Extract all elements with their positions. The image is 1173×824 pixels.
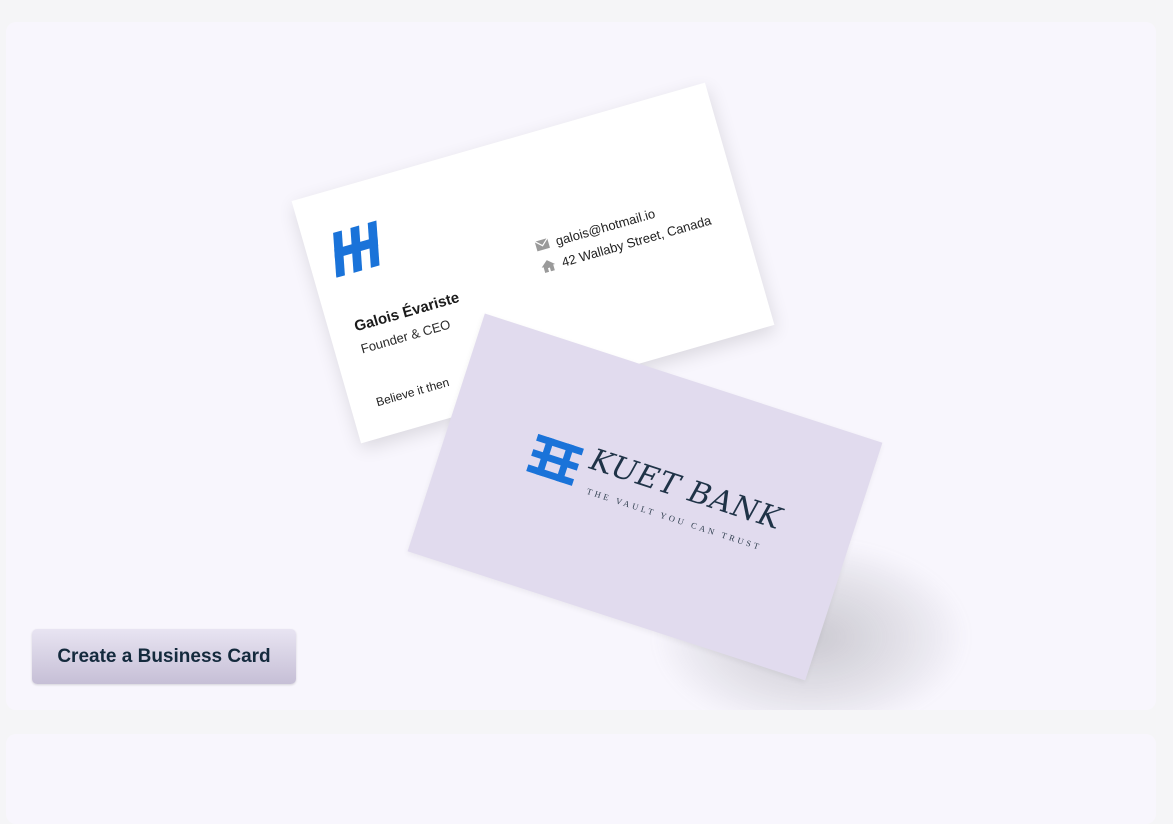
- home-icon: [541, 260, 556, 274]
- envelope-icon: [534, 237, 550, 252]
- create-business-card-button[interactable]: Create a Business Card: [32, 629, 296, 684]
- hero-panel: Galois Évariste Founder & CEO Believe it…: [6, 22, 1156, 710]
- company-logo-icon: [333, 220, 380, 278]
- business-card-back: KUET BANK THE VAULT YOU CAN TRUST: [407, 313, 883, 681]
- bank-logo-icon: [526, 433, 584, 486]
- card-tagline: Believe it then: [374, 375, 451, 410]
- contact-info: galois@hotmail.io 42 Wallaby Street, Can…: [533, 188, 714, 279]
- secondary-panel: [6, 734, 1156, 824]
